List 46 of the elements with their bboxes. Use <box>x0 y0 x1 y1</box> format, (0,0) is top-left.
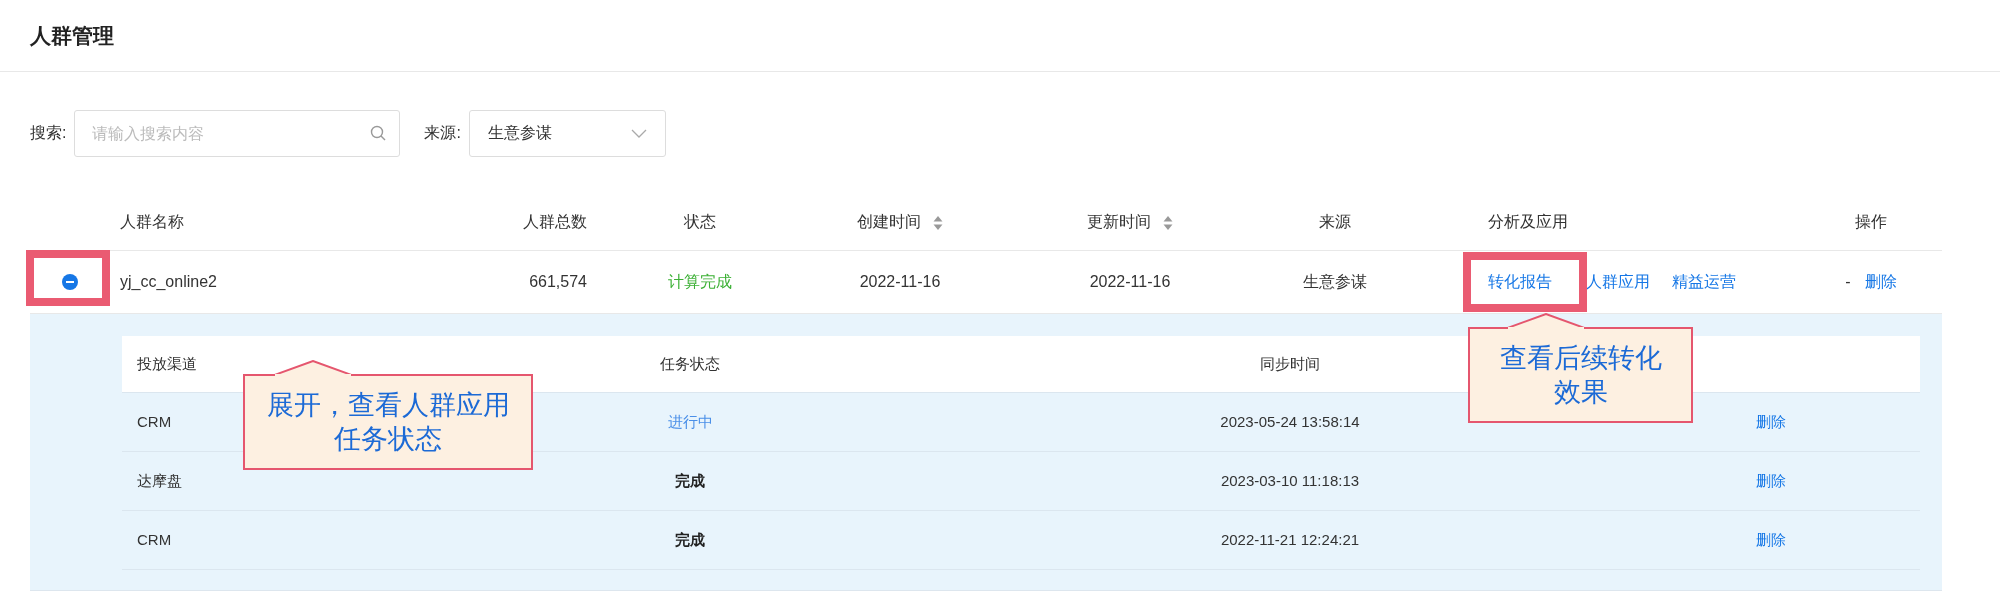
table-cell: 2023-03-10 11:18:13 <box>1220 472 1360 489</box>
analysis-link[interactable]: 精益运营 <box>1672 271 1736 293</box>
table-cell: CRM <box>137 413 172 430</box>
table-cell: 661,574 <box>529 273 587 291</box>
table-cell: 2023-05-24 13:58:14 <box>1220 413 1360 430</box>
table-cell: yj_cc_online2 <box>120 273 217 291</box>
search-label: 搜索: <box>30 123 67 143</box>
delete-link[interactable]: 删除 <box>1756 412 1786 430</box>
column-header: 分析及应用 <box>1488 212 1568 232</box>
delete-link[interactable]: 删除 <box>1864 271 1897 293</box>
column-header: 人群名称 <box>120 212 184 232</box>
sort-icon[interactable] <box>933 214 943 231</box>
search-field[interactable]: 请输入搜索内容 <box>74 110 401 157</box>
delete-link[interactable]: 删除 <box>1756 530 1786 548</box>
page-title: 人群管理 <box>30 22 114 49</box>
column-header: 任务状态 <box>660 354 720 372</box>
status-text: 计算完成 <box>668 271 732 292</box>
task-status: 进行中 <box>667 412 713 430</box>
collapse-icon[interactable] <box>62 274 78 290</box>
callout-pointer-icon <box>1506 313 1586 329</box>
sort-icon[interactable] <box>1163 214 1173 231</box>
table-cell: 达摩盘 <box>137 471 182 489</box>
table-cell: 2022-11-21 12:24:21 <box>1220 531 1360 548</box>
table-cell: 2022-11-16 <box>859 273 941 291</box>
column-header: 来源 <box>1319 212 1351 232</box>
column-header: 同步时间 <box>1260 354 1320 372</box>
column-header: 更新时间 <box>1087 212 1151 232</box>
source-dropdown[interactable]: 生意参谋 <box>468 110 666 157</box>
column-header: 投放渠道 <box>137 354 197 372</box>
column-header: 状态 <box>684 212 716 232</box>
column-header: 人群总数 <box>523 212 587 232</box>
analysis-link[interactable]: 人群应用 <box>1586 271 1650 293</box>
column-header: 操作 <box>1855 212 1887 232</box>
table-cell: 2022-11-16 <box>1089 273 1171 291</box>
analysis-link[interactable]: 转化报告 <box>1488 271 1552 293</box>
search-icon[interactable] <box>370 125 387 141</box>
dash-text: - <box>1845 273 1851 291</box>
table-cell-text: 生意参谋 <box>1303 271 1367 292</box>
task-status: 完成 <box>675 471 705 489</box>
task-status: 完成 <box>675 530 705 548</box>
column-header: 创建时间 <box>857 212 921 232</box>
table-cell: CRM <box>137 531 172 548</box>
chevron-down-icon <box>630 128 647 139</box>
source-label: 来源: <box>424 123 461 143</box>
callout-pointer-icon <box>273 360 353 376</box>
delete-link[interactable]: 删除 <box>1756 471 1786 489</box>
